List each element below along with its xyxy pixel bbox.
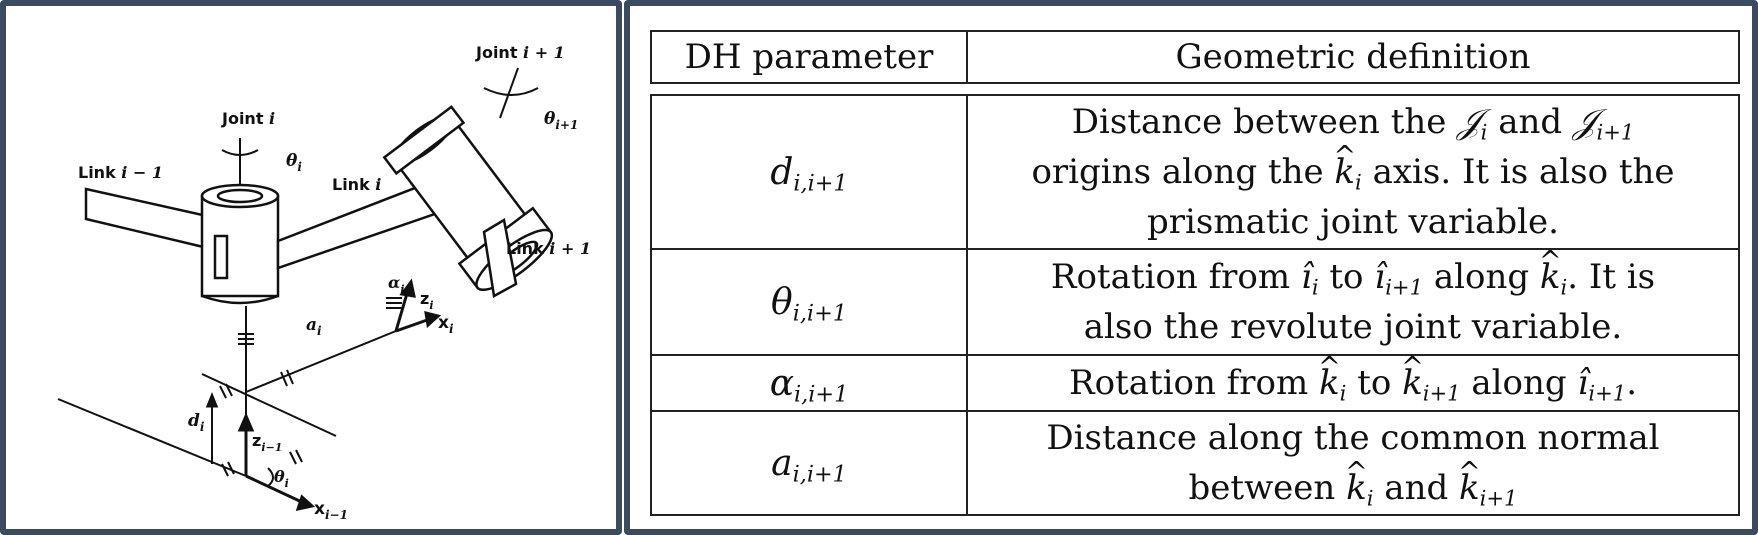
table-header-row: DH parameter Geometric definition	[650, 30, 1740, 84]
joint-i-label: Joint i	[221, 109, 275, 128]
joint-next-label: Joint i + 1	[475, 43, 565, 62]
def-a: Distance along the common normal between …	[966, 410, 1740, 516]
param-theta: θi,i+1	[650, 248, 968, 356]
x-prev-baseline	[57, 398, 247, 477]
param-alpha: αi,i+1	[650, 354, 968, 412]
def-alpha: Rotation from ki to ki+1 along îi+1.	[966, 354, 1740, 412]
z-prev-label: zi−1	[252, 431, 282, 454]
dh-table-body: di,i+1 Distance between the 𝒥i and 𝒥i+1 o…	[650, 94, 1740, 516]
dh-parameter-table-panel: DH parameter Geometric definition di,i+1…	[624, 0, 1758, 535]
theta-next-label: θi+1	[544, 109, 578, 132]
x-prev-label: xi−1	[314, 499, 348, 522]
theta-i-bottom-arc	[267, 467, 274, 487]
param-a: ai,i+1	[650, 410, 968, 516]
link-prev-label: Link i − 1	[78, 163, 163, 182]
header-definition: Geometric definition	[966, 30, 1740, 84]
joint-next-axis	[499, 67, 519, 119]
table-row: αi,i+1 Rotation from ki to ki+1 along îi…	[650, 354, 1740, 412]
z-i-label: zi	[420, 289, 434, 312]
link-prev-beam	[84, 187, 218, 252]
link-i-label: Link i	[332, 175, 381, 194]
table-row: θi,i+1 Rotation from îi to îi+1 along ki…	[650, 248, 1740, 356]
dh-diagram: Joint i Joint i + 1 Link i − 1 Link i Li…	[57, 43, 591, 522]
header-param: DH parameter	[650, 30, 968, 84]
theta-i-top-label: θi	[286, 151, 302, 174]
theta-i-bottom-label: θi	[274, 467, 289, 490]
alpha-i-label: αi	[388, 273, 405, 296]
link-next-label: Link i + 1	[506, 239, 591, 258]
param-d: di,i+1	[650, 94, 968, 250]
robot-link-diagram-panel: Joint i Joint i + 1 Link i − 1 Link i Li…	[0, 0, 622, 535]
dh-table-header: DH parameter Geometric definition	[650, 30, 1740, 84]
x-i-arrow	[395, 317, 431, 333]
common-normal-line	[245, 330, 397, 393]
table-row: ai,i+1 Distance along the common normal b…	[650, 410, 1740, 516]
def-d: Distance between the 𝒥i and 𝒥i+1 origins …	[966, 94, 1740, 250]
joint-i-body	[200, 194, 280, 298]
x-i-label: xi	[438, 313, 454, 336]
def-theta: Rotation from îi to îi+1 along ki. It is…	[966, 248, 1740, 356]
d-i-label: di	[188, 411, 205, 434]
a-i-label: ai	[306, 315, 322, 338]
table-row: di,i+1 Distance between the 𝒥i and 𝒥i+1 o…	[650, 94, 1740, 250]
